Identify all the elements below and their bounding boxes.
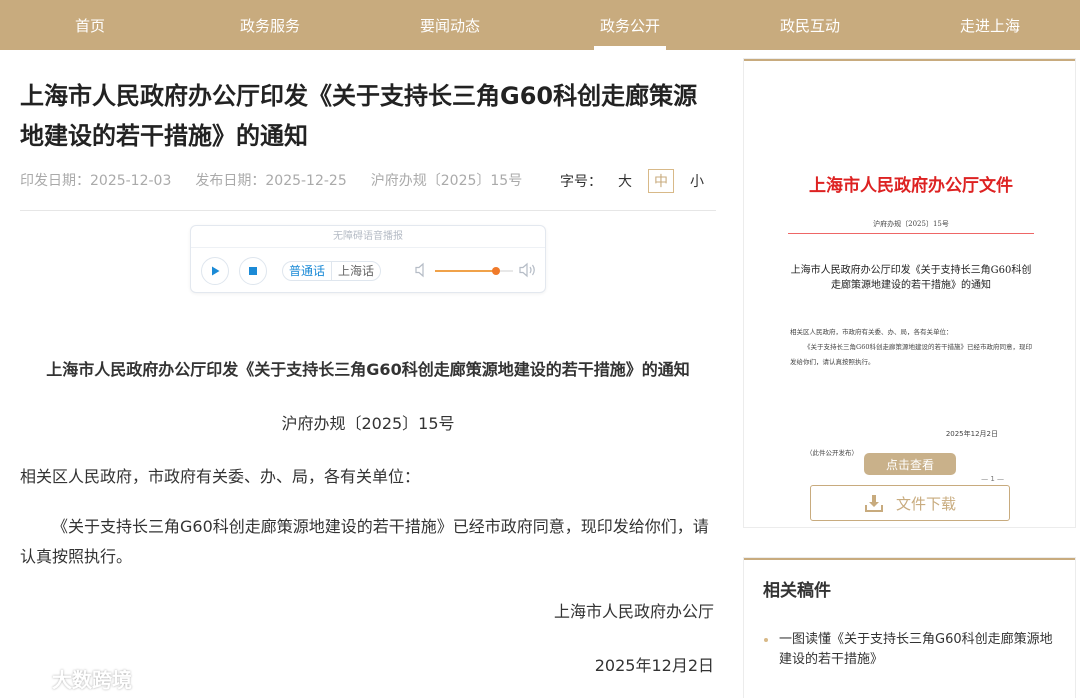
document-salutation: 相关区人民政府，市政府有关委、办、局，各有关单位： <box>20 467 421 486</box>
document-number: 沪府办规〔2025〕15号 <box>370 173 523 189</box>
document-signature: 上海市人民政府办公厅 <box>553 602 714 621</box>
preview-doc-number: 沪府办规〔2025〕15号 <box>873 220 949 228</box>
nav-item-about-shanghai[interactable]: 走进上海 <box>900 0 1080 50</box>
play-icon <box>212 266 220 276</box>
font-size-small-button[interactable]: 小 <box>684 169 710 193</box>
document-number-line: 沪府办规〔2025〕15号 <box>281 414 455 433</box>
related-item[interactable]: 一图读懂《关于支持长三角G60科创走廊策源地建设的若干措施》 <box>763 630 1063 670</box>
preview-header: 上海市人民政府办公厅文件 <box>809 176 1013 196</box>
shanghainese-option[interactable]: 上海话 <box>332 262 380 280</box>
document-body: 《关于支持长三角G60科创走廊策源地建设的若干措施》已经市政府同意，现印发给你们… <box>20 517 709 566</box>
volume-slider-knob[interactable] <box>491 267 500 275</box>
divider <box>20 210 716 211</box>
related-articles: 相关稿件 一图读懂《关于支持长三角G60科创走廊策源地建设的若干措施》 <box>743 557 1076 698</box>
document-title: 上海市人民政府办公厅印发《关于支持长三角G60科创走廊策源地建设的若干措施》的通… <box>46 360 690 379</box>
font-size-label: 字号： <box>560 174 602 190</box>
mandarin-option[interactable]: 普通话 <box>283 262 333 280</box>
play-button[interactable] <box>201 257 229 285</box>
stop-button[interactable] <box>239 257 267 285</box>
view-document-button[interactable]: 点击查看 <box>864 453 956 475</box>
document-preview[interactable]: 上海市人民政府办公厅文件 沪府办规〔2025〕15号 上海市人民政府办公厅印发《… <box>788 157 1034 487</box>
top-nav: 首页 政务服务 要闻动态 政务公开 政民互动 走进上海 <box>0 0 1080 50</box>
volume-high-icon[interactable] <box>519 262 537 278</box>
preview-page-number: — 1 — <box>981 475 1004 483</box>
card-accent-line <box>744 59 1075 61</box>
nav-item-gov-open[interactable]: 政务公开 <box>540 0 720 50</box>
download-button[interactable]: 文件下载 <box>810 485 1010 521</box>
preview-date: 2025年12月2日 <box>945 430 998 438</box>
volume-slider[interactable] <box>435 267 513 275</box>
watermark-logo: 大数跨境 <box>8 664 132 693</box>
font-size-medium-button[interactable]: 中 <box>648 169 674 193</box>
document-date: 2025年12月2日 <box>594 656 714 675</box>
article: 上海市人民政府办公厅印发《关于支持长三角G60科创走廊策源地建设的若干措施》的通… <box>20 50 716 698</box>
preview-body: 相关区人民政府，市政府有关委、办、局，各有关单位： 《关于支持长三角G60科创走… <box>790 325 1034 370</box>
related-title: 相关稿件 <box>763 581 831 601</box>
page-title: 上海市人民政府办公厅印发《关于支持长三角G60科创走廊策源地建设的若干措施》的通… <box>20 82 698 150</box>
volume-low-icon[interactable] <box>415 262 429 278</box>
watermark-icon <box>9 670 43 687</box>
volume-slider-fill <box>435 270 496 272</box>
nav-item-interaction[interactable]: 政民互动 <box>720 0 900 50</box>
font-size-large-button[interactable]: 大 <box>612 169 638 193</box>
issue-date: 印发日期：2025-12-03 <box>20 173 172 189</box>
publish-date: 发布日期：2025-12-25 <box>195 173 347 189</box>
language-switcher: 普通话 上海话 <box>282 261 382 281</box>
preview-public-note: （此件公开发布） <box>806 449 858 457</box>
font-size-switcher: 字号： 大 中 小 <box>560 169 710 193</box>
nav-item-services[interactable]: 政务服务 <box>180 0 360 50</box>
nav-item-home[interactable]: 首页 <box>0 0 180 50</box>
document-preview-card: 上海市人民政府办公厅文件 沪府办规〔2025〕15号 上海市人民政府办公厅印发《… <box>743 58 1076 528</box>
audio-player: 无障碍语音播报 普通话 上海话 <box>190 225 546 293</box>
preview-paragraph: 《关于支持长三角G60科创走廊策源地建设的若干措施》已经市政府同意，现印发给你们… <box>790 343 1032 366</box>
preview-title: 上海市人民政府办公厅印发《关于支持长三角G60科创走廊策源地建设的若干措施》的通… <box>790 265 1032 291</box>
watermark-text: 大数跨境 <box>52 668 132 692</box>
download-label: 文件下载 <box>895 494 956 513</box>
stop-icon <box>249 267 257 275</box>
article-meta: 印发日期：2025-12-03 发布日期：2025-12-25 沪府办规〔202… <box>20 170 522 190</box>
player-caption: 无障碍语音播报 <box>191 226 545 248</box>
preview-red-line <box>788 233 1034 234</box>
preview-salutation: 相关区人民政府，市政府有关委、办、局，各有关单位： <box>790 328 953 336</box>
related-accent-line <box>744 558 1075 560</box>
nav-item-news[interactable]: 要闻动态 <box>360 0 540 50</box>
download-icon <box>864 495 883 512</box>
